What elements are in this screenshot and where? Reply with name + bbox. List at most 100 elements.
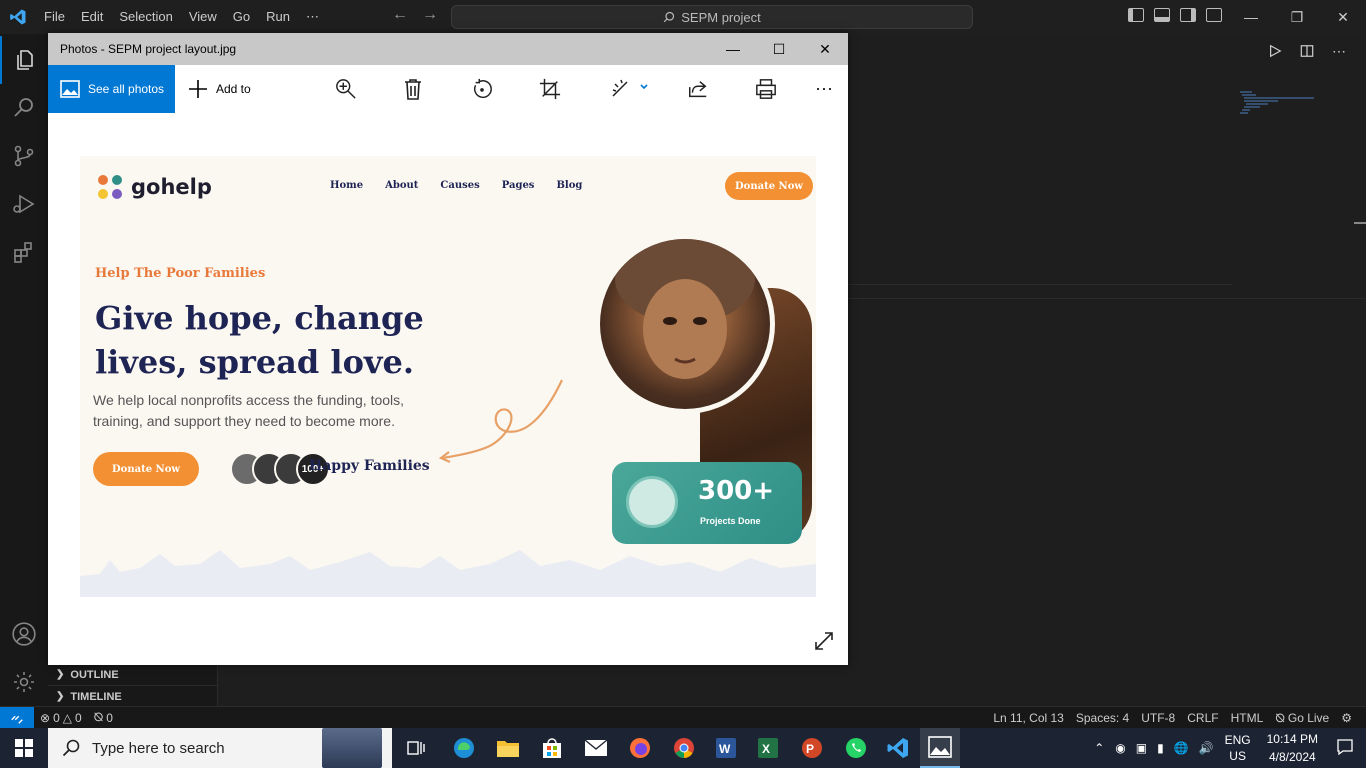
- encoding[interactable]: UTF-8: [1135, 711, 1181, 725]
- minimize-icon[interactable]: —: [710, 33, 756, 65]
- minimize-icon[interactable]: —: [1228, 0, 1274, 34]
- timeline-section[interactable]: ❯ TIMELINE: [48, 685, 217, 707]
- run-debug-icon[interactable]: [0, 180, 48, 228]
- edit-enhance-icon[interactable]: [610, 77, 650, 101]
- gohelp-eyebrow: Help The Poor Families: [95, 266, 266, 281]
- file-explorer-icon[interactable]: [492, 732, 524, 764]
- remote-indicator[interactable]: [0, 706, 34, 729]
- print-icon[interactable]: [754, 77, 778, 101]
- cursor-position[interactable]: Ln 11, Col 13: [987, 711, 1070, 725]
- vscode-taskbar-icon[interactable]: [882, 732, 914, 764]
- split-editor-icon[interactable]: [1300, 44, 1314, 63]
- clock-date: 4/8/2024: [1268, 750, 1316, 764]
- decorative-skyline: [80, 550, 816, 597]
- outline-section[interactable]: ❯ OUTLINE: [48, 663, 217, 685]
- indentation[interactable]: Spaces: 4: [1070, 711, 1135, 725]
- menu-run[interactable]: Run: [258, 0, 298, 34]
- go-live-button[interactable]: ⦰ Go Live: [1269, 711, 1335, 726]
- clock[interactable]: 10:14 PM 4/8/2024: [1257, 730, 1328, 766]
- task-view-icon[interactable]: [400, 732, 432, 764]
- back-arrow-icon[interactable]: ←: [392, 6, 408, 24]
- search-icon: [62, 739, 80, 757]
- start-button[interactable]: [0, 728, 48, 768]
- network-icon[interactable]: 🌐: [1169, 741, 1194, 755]
- see-all-photos-button[interactable]: See all photos: [48, 65, 175, 113]
- source-control-icon[interactable]: [0, 132, 48, 180]
- gohelp-nav-pages: Pages: [501, 180, 535, 191]
- end-of-line[interactable]: CRLF: [1181, 711, 1224, 725]
- command-center-search[interactable]: SEPM project: [451, 5, 973, 29]
- mail-icon[interactable]: [580, 732, 612, 764]
- stat-number: 300+: [698, 476, 775, 506]
- chrome-icon[interactable]: [668, 732, 700, 764]
- share-icon[interactable]: [686, 77, 710, 101]
- gohelp-nav-causes: Causes: [440, 180, 480, 191]
- add-to-label: Add to: [216, 82, 251, 96]
- explorer-icon[interactable]: [0, 36, 48, 84]
- editor-actions: ⋯: [1268, 44, 1346, 63]
- notifications-bell-icon[interactable]: ⚙: [1335, 711, 1358, 725]
- add-to-button[interactable]: Add to: [188, 65, 251, 113]
- menu-more[interactable]: ⋯: [298, 0, 327, 34]
- whatsapp-icon[interactable]: [840, 732, 872, 764]
- powerpoint-icon[interactable]: P: [796, 732, 828, 764]
- menu-go[interactable]: Go: [225, 0, 258, 34]
- rotate-icon[interactable]: [470, 77, 494, 101]
- windows-logo-icon: [15, 739, 33, 757]
- scrollbar-marker[interactable]: [1354, 222, 1366, 224]
- vscode-logo-icon: [0, 8, 36, 26]
- system-tray: ⌃ ◉ ▣ ▮ 🌐 🔊 ENG US 10:14 PM 4/8/2024: [1088, 728, 1366, 768]
- extensions-icon[interactable]: [0, 228, 48, 276]
- close-icon[interactable]: ✕: [802, 33, 848, 65]
- editor-divider: [848, 298, 1366, 299]
- language-mode[interactable]: HTML: [1225, 711, 1270, 725]
- show-hidden-icons-icon[interactable]: ⌃: [1088, 741, 1110, 755]
- problems-indicator[interactable]: ⊗ 0 △ 0: [34, 711, 88, 725]
- accounts-icon[interactable]: [0, 610, 48, 658]
- expand-icon[interactable]: [812, 629, 836, 653]
- forward-arrow-icon[interactable]: →: [422, 6, 438, 24]
- go-live-label: Go Live: [1287, 711, 1330, 725]
- customize-layout-icon[interactable]: [1206, 8, 1222, 22]
- menu-file[interactable]: File: [36, 0, 73, 34]
- meet-now-icon[interactable]: ◉: [1110, 741, 1130, 755]
- firefox-icon[interactable]: [624, 732, 656, 764]
- notifications-icon[interactable]: [1328, 738, 1366, 759]
- toggle-secondary-sidebar-icon[interactable]: [1180, 8, 1196, 22]
- maximize-icon[interactable]: ☐: [756, 33, 802, 65]
- language-bottom: US: [1229, 749, 1246, 763]
- search-icon[interactable]: [0, 84, 48, 132]
- child-photo-circle: [595, 234, 775, 414]
- photos-taskbar-icon[interactable]: [920, 728, 960, 768]
- clock-time: 10:14 PM: [1266, 732, 1318, 746]
- volume-icon[interactable]: 🔊: [1194, 741, 1219, 755]
- menu-view[interactable]: View: [181, 0, 225, 34]
- more-actions-icon[interactable]: ⋯: [1332, 44, 1346, 63]
- minimap[interactable]: [1238, 90, 1318, 130]
- toggle-sidebar-icon[interactable]: [1128, 8, 1144, 22]
- menu-selection[interactable]: Selection: [111, 0, 180, 34]
- taskbar-search-box[interactable]: Type here to search: [48, 728, 392, 768]
- restore-icon[interactable]: ❐: [1274, 0, 1320, 34]
- excel-icon[interactable]: X: [752, 732, 784, 764]
- crop-icon[interactable]: [538, 77, 562, 101]
- language-indicator[interactable]: ENG US: [1219, 732, 1257, 764]
- display-icon[interactable]: ▣: [1131, 741, 1152, 755]
- toggle-panel-icon[interactable]: [1154, 8, 1170, 22]
- decorative-arrow-icon: [438, 379, 563, 464]
- chevron-right-icon: ❯: [56, 669, 65, 680]
- microsoft-store-icon[interactable]: [536, 732, 568, 764]
- run-icon[interactable]: [1268, 44, 1282, 63]
- ports-indicator[interactable]: ⦰ 0: [88, 710, 119, 725]
- zoom-in-icon[interactable]: [334, 77, 358, 101]
- more-options-icon[interactable]: ⋯: [812, 77, 836, 101]
- close-icon[interactable]: ✕: [1320, 0, 1366, 34]
- edge-icon[interactable]: [448, 732, 480, 764]
- delete-icon[interactable]: [401, 77, 425, 101]
- settings-gear-icon[interactable]: [0, 658, 48, 706]
- menu-edit[interactable]: Edit: [73, 0, 111, 34]
- windows-taskbar: Type here to search W X P ⌃ ◉ ▣ ▮ 🌐 🔊 EN…: [0, 728, 1366, 768]
- word-icon[interactable]: W: [710, 732, 742, 764]
- battery-icon[interactable]: ▮: [1152, 741, 1169, 755]
- gohelp-logo-icon: [98, 175, 122, 199]
